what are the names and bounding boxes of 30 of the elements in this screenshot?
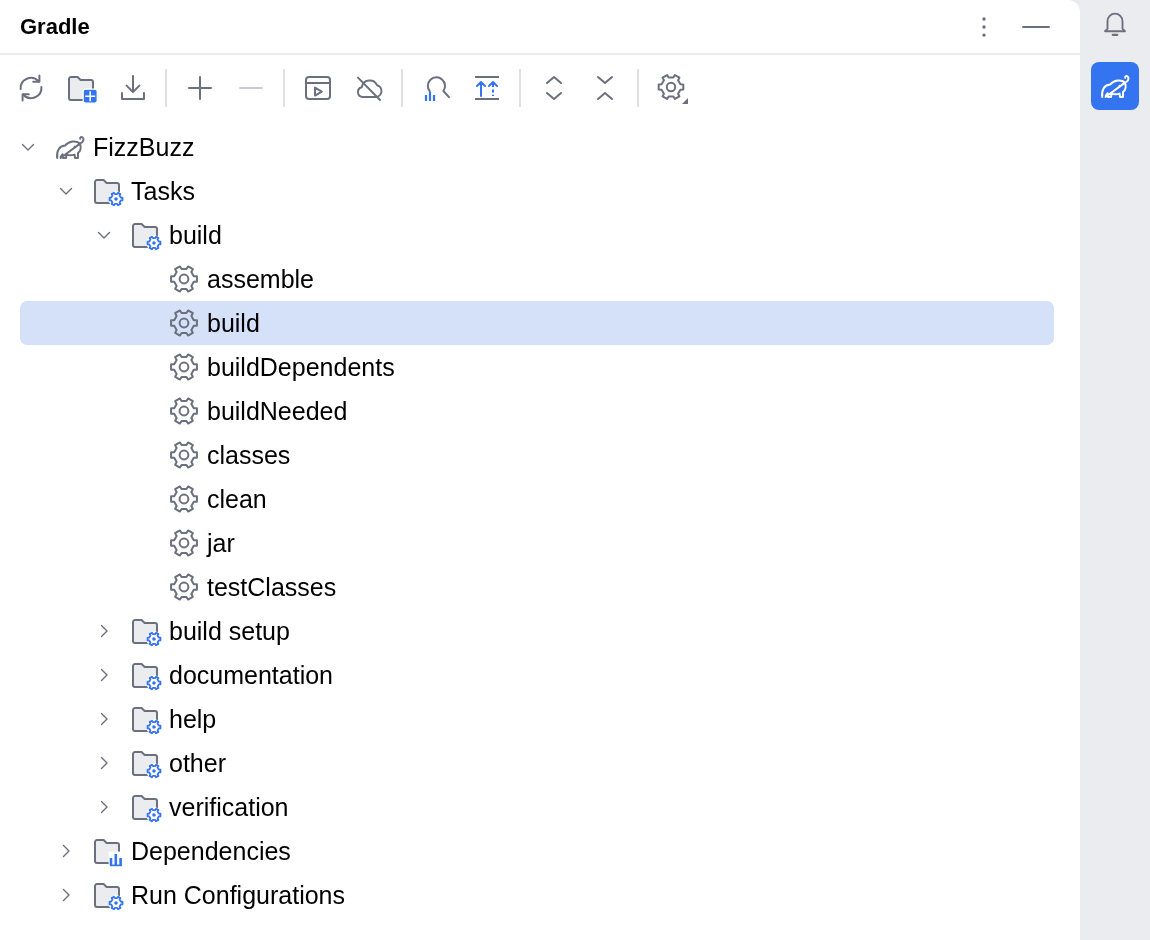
tool-window-button[interactable]: [1091, 62, 1139, 110]
settings-icon[interactable]: [655, 72, 688, 104]
gear-icon: [168, 483, 200, 515]
tree-item[interactable]: build setup: [20, 609, 1054, 653]
tree-item[interactable]: assemble: [20, 257, 1054, 301]
tree-item[interactable]: build: [20, 301, 1054, 345]
gear-icon: [168, 307, 200, 339]
tree-item[interactable]: Tasks: [20, 169, 1054, 213]
panel-title: Gradle: [20, 13, 90, 40]
tree-item[interactable]: other: [20, 741, 1054, 785]
tree-item[interactable]: testClasses: [20, 565, 1054, 609]
tree-item[interactable]: classes: [20, 433, 1054, 477]
tree-item[interactable]: help: [20, 697, 1054, 741]
gear-icon: [168, 439, 200, 471]
gear-icon: [168, 395, 200, 427]
tree-item[interactable]: verification: [20, 785, 1054, 829]
gear-icon: [168, 263, 200, 295]
gear-icon: [168, 527, 200, 559]
tree-item[interactable]: jar: [20, 521, 1054, 565]
tree-item[interactable]: build: [20, 213, 1054, 257]
tree-item[interactable]: clean: [20, 477, 1054, 521]
gear-icon: [168, 351, 200, 383]
minimize-icon[interactable]: [1022, 24, 1050, 29]
tree-item[interactable]: Dependencies: [20, 829, 1054, 873]
tree-item[interactable]: Run Configurations: [20, 873, 1054, 917]
tree-item[interactable]: buildDependents: [20, 345, 1054, 389]
gear-icon: [168, 571, 200, 603]
tree-item[interactable]: FizzBuzz: [20, 125, 1054, 169]
tree-item[interactable]: documentation: [20, 653, 1054, 697]
tree-item[interactable]: buildNeeded: [20, 389, 1054, 433]
